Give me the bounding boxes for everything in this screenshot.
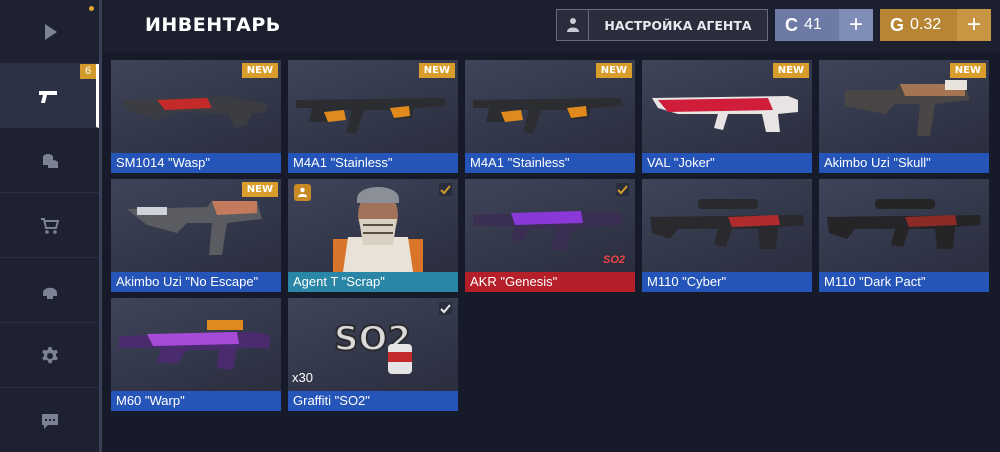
so2-logo: SO2: [602, 254, 625, 266]
gear-icon: [41, 346, 58, 363]
inventory-item[interactable]: NEW M4A1 "Stainless": [465, 60, 635, 173]
agent-settings-button[interactable]: НАСТРОЙКА АГЕНТА: [556, 9, 768, 41]
equipped-check-icon: [439, 183, 452, 196]
new-badge: NEW: [595, 63, 632, 78]
item-name: AKR "Genesis": [465, 272, 635, 292]
sidebar-item-inventory[interactable]: 6: [0, 64, 99, 128]
item-name: Agent T "Scrap": [288, 272, 458, 292]
new-badge: NEW: [241, 182, 278, 197]
item-name: SM1014 "Wasp": [111, 153, 281, 173]
agent-portrait: [333, 187, 423, 272]
agent-type-icon: [294, 184, 311, 201]
shotgun-image: [122, 96, 267, 128]
sidebar-item-settings[interactable]: [0, 324, 99, 388]
sidebar-item-shop[interactable]: [0, 194, 99, 258]
new-badge: NEW: [949, 63, 986, 78]
gold-coin-icon: G: [890, 14, 905, 35]
play-icon: [44, 23, 57, 40]
item-name: M4A1 "Stainless": [465, 153, 635, 173]
inventory-item[interactable]: NEW SM1014 "Wasp": [111, 60, 281, 173]
item-name: Graffiti "SO2": [288, 391, 458, 411]
rifle-image: [473, 98, 623, 134]
item-quantity: x30: [292, 370, 313, 385]
new-badge: NEW: [772, 63, 809, 78]
machine-gun-image: [119, 320, 271, 370]
top-bar: ИНВЕНТАРЬ НАСТРОЙКА АГЕНТА C 41 + G 0.32 +: [103, 0, 1000, 52]
inventory-item[interactable]: SO2 x30 Graffiti "SO2": [288, 298, 458, 411]
item-name: VAL "Joker": [642, 153, 812, 173]
gold-currency: G 0.32 +: [880, 9, 991, 41]
item-name: M110 "Dark Pact": [819, 272, 989, 292]
item-name: Akimbo Uzi "Skull": [819, 153, 989, 173]
sidebar-item-chat[interactable]: [0, 389, 99, 452]
equipped-check-icon: [439, 302, 452, 315]
sidebar-item-clan[interactable]: [0, 259, 99, 323]
sidebar-item-cases[interactable]: [0, 129, 99, 193]
smg-image: [127, 201, 262, 255]
sidebar: 6: [0, 0, 102, 452]
inventory-item[interactable]: M60 "Warp": [111, 298, 281, 411]
equipped-check-icon: [616, 183, 629, 196]
rifle-image: [296, 98, 446, 134]
inventory-item[interactable]: M110 "Dark Pact": [819, 179, 989, 292]
graffiti-image: SO2: [333, 318, 412, 374]
inventory-item[interactable]: NEW VAL "Joker": [642, 60, 812, 173]
item-name: M4A1 "Stainless": [288, 153, 458, 173]
silver-amount: 41: [804, 16, 822, 33]
page-title: ИНВЕНТАРЬ: [145, 14, 281, 36]
chat-icon: [41, 413, 58, 429]
helmet-icon: [42, 287, 57, 299]
inventory-item[interactable]: NEW Akimbo Uzi "Skull": [819, 60, 989, 173]
inventory-grid: NEW SM1014 "Wasp" NEW M4A1 "Stainless" N…: [103, 52, 1000, 452]
inventory-item[interactable]: NEW M4A1 "Stainless": [288, 60, 458, 173]
inventory-item[interactable]: NEW Akimbo Uzi "No Escape": [111, 179, 281, 292]
item-name: Akimbo Uzi "No Escape": [111, 272, 281, 292]
inventory-item[interactable]: M110 "Cyber": [642, 179, 812, 292]
inventory-item[interactable]: Agent T "Scrap": [288, 179, 458, 292]
silver-currency: C 41 +: [775, 9, 873, 41]
cart-icon: [40, 217, 59, 234]
new-badge: NEW: [241, 63, 278, 78]
agent-settings-label: НАСТРОЙКА АГЕНТА: [604, 17, 752, 33]
new-badge: NEW: [418, 63, 455, 78]
silver-coin-icon: C: [785, 14, 798, 35]
sniper-rifle-image: [827, 199, 981, 249]
sidebar-item-play[interactable]: [0, 0, 99, 64]
pistol-icon: [39, 90, 57, 103]
add-gold-button[interactable]: +: [957, 9, 991, 41]
add-silver-button[interactable]: +: [839, 9, 873, 41]
rifle-image: [473, 211, 623, 251]
inventory-item[interactable]: SO2 AKR "Genesis": [465, 179, 635, 292]
item-name: M110 "Cyber": [642, 272, 812, 292]
sniper-rifle-image: [650, 199, 804, 249]
item-name: M60 "Warp": [111, 391, 281, 411]
inventory-badge: 6: [80, 64, 96, 79]
agent-icon: [557, 10, 589, 40]
rifle-image: [652, 96, 798, 132]
smg-image: [845, 80, 970, 136]
coins-icon: [42, 153, 58, 168]
gold-amount: 0.32: [910, 16, 942, 33]
